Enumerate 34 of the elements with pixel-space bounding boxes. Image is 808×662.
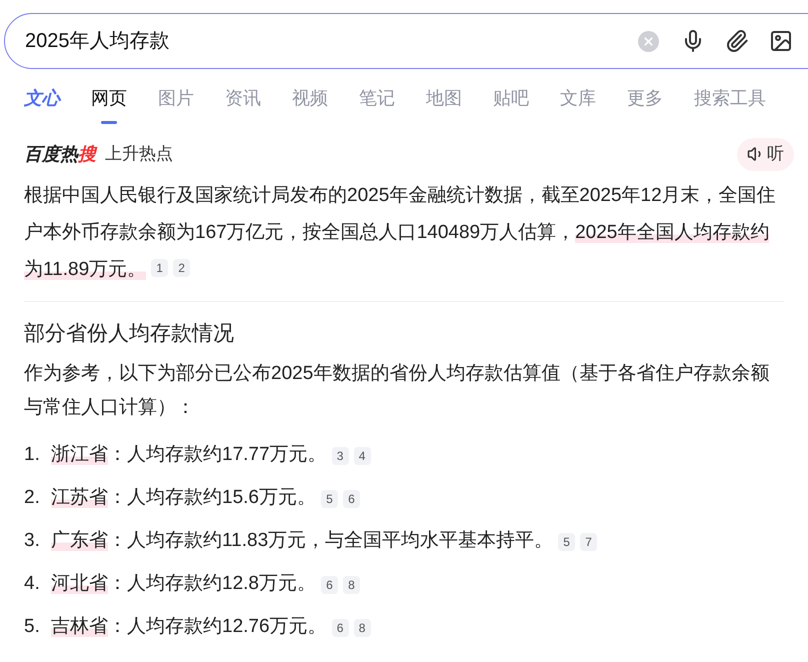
citation-link[interactable]: 3: [332, 446, 349, 464]
list-number: 1.: [24, 443, 41, 468]
summary-paragraph: 根据中国人民银行及国家统计局发布的2025年金融统计数据，截至2025年12月末，全国住户本外币存款余额为167万亿元，按全国总人口140489万人估算，2025年全国人均存款约为11.89万元。 1 2: [24, 184, 777, 282]
citation-link[interactable]: 1: [151, 259, 168, 277]
list-number: 4.: [24, 572, 41, 596]
search-field[interactable]: 2025年人均存款: [4, 13, 808, 69]
section-heading: 部分省份人均存款情况: [24, 321, 235, 347]
province-stat: 浙江省：人均存款约17.77万元。: [51, 443, 327, 468]
intro-paragraph: 作为参考，以下为部分已公布2025年数据的省份人均存款估算值（基于各省住户存款余额与常住人口计算）：: [24, 362, 770, 420]
citation-link[interactable]: 8: [354, 618, 371, 636]
trend-label: 上升热点: [105, 143, 173, 166]
search-tab[interactable]: 网页: [91, 84, 127, 124]
province-stat: 江苏省：人均存款约15.6万元。: [51, 486, 316, 510]
citation-link[interactable]: 4: [354, 446, 371, 464]
listen-button[interactable]: 听: [737, 138, 794, 170]
citation-link[interactable]: 6: [320, 576, 338, 594]
ai-tab[interactable]: 文心: [24, 84, 60, 124]
province-stat: 河北省：人均存款约12.8万元。: [51, 572, 316, 596]
list-number: 5.: [24, 615, 41, 640]
province-stat: 广东省：人均存款约11.83万元，与全国平均水平基本持平。: [51, 529, 554, 554]
list-number: 3.: [24, 529, 41, 554]
image-icon[interactable]: [769, 29, 793, 53]
citation-link[interactable]: 7: [580, 532, 598, 550]
citation-link[interactable]: 2: [173, 259, 190, 277]
citation-link[interactable]: 5: [320, 490, 338, 508]
hot-search-logo: 百度热搜: [24, 142, 96, 166]
citation-link[interactable]: 6: [332, 618, 349, 636]
citation-link[interactable]: 5: [558, 532, 576, 550]
citation-link[interactable]: 8: [342, 576, 360, 594]
search-query: 2025年人均存款: [25, 29, 170, 54]
paperclip-icon[interactable]: [725, 29, 749, 53]
province-stat: 吉林省：人均存款约12.76万元。: [51, 615, 327, 640]
citation-link[interactable]: 6: [342, 490, 360, 508]
list-number: 2.: [24, 486, 41, 510]
